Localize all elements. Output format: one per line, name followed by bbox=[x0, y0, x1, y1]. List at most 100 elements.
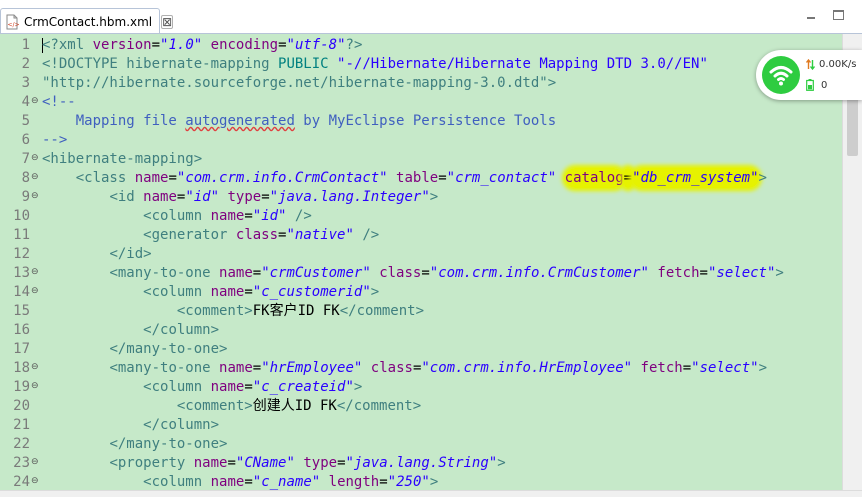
code-token: "select" bbox=[707, 265, 776, 281]
code-token: "db_crm_system" bbox=[632, 168, 759, 188]
tab-crmcontact[interactable]: </> CrmContact.hbm.xml ⊠ bbox=[0, 8, 174, 34]
code-editor[interactable]: 1 <?xml version="1.0" encoding="utf-8"?> 2… bbox=[0, 34, 842, 490]
code-token: "native" bbox=[286, 227, 354, 243]
fold-toggle-icon[interactable]: ⊖ bbox=[31, 154, 39, 163]
code-line[interactable]: 8 ⊖ <class name="com.crm.info.CrmContact"… bbox=[0, 168, 842, 188]
code-token: encoding bbox=[210, 37, 279, 53]
line-number: 5 bbox=[21, 113, 30, 129]
maximize-button[interactable] bbox=[833, 10, 844, 20]
code-token: > bbox=[429, 474, 439, 490]
code-text: <!DOCTYPE hibernate-mapping PUBLIC "-//H… bbox=[42, 55, 708, 74]
code-token: > bbox=[370, 284, 380, 300]
fold-toggle-icon[interactable]: ⊖ bbox=[31, 268, 39, 277]
code-line[interactable]: 23 ⊖ <property name="CName" type="java.la… bbox=[0, 454, 842, 473]
fold-toggle-icon[interactable]: ⊖ bbox=[31, 382, 39, 391]
code-line[interactable]: 1 <?xml version="1.0" encoding="utf-8"?> bbox=[0, 36, 842, 55]
line-number: 6 bbox=[21, 132, 30, 148]
code-token: </column> bbox=[143, 417, 220, 433]
code-line[interactable]: 16 </column> bbox=[0, 321, 842, 340]
code-token: <? bbox=[42, 37, 59, 53]
code-line[interactable]: 22 </many-to-one> bbox=[0, 435, 842, 454]
network-monitor-widget[interactable]: 0.00K/s 0 bbox=[756, 50, 862, 100]
code-text: <many-to-one name="hrEmployee" class="co… bbox=[42, 359, 767, 378]
code-token: <!DOCTYPE hibernate-mapping bbox=[42, 56, 279, 72]
code-token: </comment> bbox=[339, 303, 425, 319]
code-line[interactable]: 3 "http://hibernate.sourceforge.net/hiber… bbox=[0, 74, 842, 93]
code-line[interactable]: 7 ⊖ <hibernate-mapping> bbox=[0, 150, 842, 169]
code-token: "id" bbox=[185, 189, 220, 205]
fold-toggle-icon[interactable]: ⊖ bbox=[31, 458, 39, 467]
code-token: </many-to-one> bbox=[109, 341, 228, 357]
code-line[interactable]: 15 <comment>FK客户ID FK</comment> bbox=[0, 302, 842, 321]
code-token: fetch bbox=[640, 360, 683, 376]
code-line[interactable]: 2 <!DOCTYPE hibernate-mapping PUBLIC "-//… bbox=[0, 55, 842, 74]
code-token: > bbox=[758, 170, 767, 186]
code-token: > bbox=[758, 360, 767, 376]
code-token: = bbox=[252, 360, 262, 376]
fold-toggle-icon[interactable]: ⊖ bbox=[31, 97, 39, 106]
code-token: name bbox=[210, 284, 245, 300]
code-line[interactable]: 20 <comment>创建人ID FK</comment> bbox=[0, 397, 842, 416]
close-icon[interactable]: ⊠ bbox=[161, 14, 174, 29]
code-line[interactable]: 11 <generator class="native" /> bbox=[0, 226, 842, 245]
code-line[interactable]: 17 </many-to-one> bbox=[0, 340, 842, 359]
code-token: = bbox=[252, 265, 262, 281]
editor-tab-bar: </> CrmContact.hbm.xml ⊠ bbox=[0, 0, 862, 34]
code-token: name bbox=[210, 379, 245, 395]
code-line[interactable]: 6 --> bbox=[0, 131, 842, 150]
code-token: "1.0" bbox=[160, 37, 203, 53]
code-line[interactable]: 9 ⊖ <id name="id" type="java.lang.Integer… bbox=[0, 188, 842, 207]
code-token: = bbox=[379, 474, 388, 490]
line-number: 16 bbox=[13, 322, 30, 338]
code-token: <comment> bbox=[176, 303, 253, 319]
code-text: <column name="id" /> bbox=[42, 207, 312, 226]
fold-toggle-icon[interactable]: ⊖ bbox=[31, 477, 39, 486]
vertical-scrollbar[interactable] bbox=[842, 34, 862, 490]
code-token: > bbox=[775, 265, 784, 281]
line-number: 10 bbox=[13, 208, 30, 224]
code-token: /> bbox=[362, 227, 380, 243]
code-line[interactable]: 12 </id> bbox=[0, 245, 842, 264]
fold-toggle-icon[interactable]: ⊖ bbox=[31, 363, 39, 372]
fold-toggle-icon[interactable]: ⊖ bbox=[31, 287, 39, 296]
code-line[interactable]: 14 ⊖ <column name="c_customerid"> bbox=[0, 283, 842, 302]
code-line[interactable]: 21 </column> bbox=[0, 416, 842, 435]
code-line[interactable]: 18 ⊖ <many-to-one name="hrEmployee" class… bbox=[0, 359, 842, 378]
minimize-button[interactable] bbox=[805, 10, 817, 22]
code-token: "crmCustomer" bbox=[261, 265, 371, 281]
code-token: </id> bbox=[109, 246, 152, 262]
fold-toggle-icon[interactable]: ⊖ bbox=[31, 192, 39, 201]
code-token: "crm_contact" bbox=[446, 170, 557, 186]
horizontal-scrollbar[interactable] bbox=[0, 490, 862, 497]
code-line[interactable]: 5 Mapping file autogenerated by MyEclips… bbox=[0, 112, 842, 131]
code-text: <comment>FK客户ID FK</comment> bbox=[42, 302, 424, 321]
code-line[interactable]: 19 ⊖ <column name="c_createid"> bbox=[0, 378, 842, 397]
code-text: <column name="c_createid"> bbox=[42, 378, 362, 397]
fold-toggle-icon[interactable]: ⊖ bbox=[31, 173, 39, 182]
code-line[interactable]: 13 ⊖ <many-to-one name="crmCustomer" clas… bbox=[0, 264, 842, 283]
code-token: <!-- bbox=[42, 94, 76, 110]
code-line[interactable]: 10 <column name="id" /> bbox=[0, 207, 842, 226]
code-line[interactable]: 4 ⊖ <!-- bbox=[0, 93, 842, 112]
code-text: <many-to-one name="crmCustomer" class="c… bbox=[42, 264, 784, 283]
code-token: "id" bbox=[252, 208, 287, 224]
line-number: 18 bbox=[13, 360, 30, 376]
code-token: = bbox=[168, 170, 177, 186]
line-number: 13 bbox=[13, 265, 30, 281]
code-line[interactable]: 24 ⊖ <column name="c_name" length="250"> bbox=[0, 473, 842, 490]
code-text: <!-- bbox=[42, 93, 76, 112]
code-token: <many-to-one bbox=[109, 360, 211, 376]
code-token: = bbox=[244, 379, 253, 395]
